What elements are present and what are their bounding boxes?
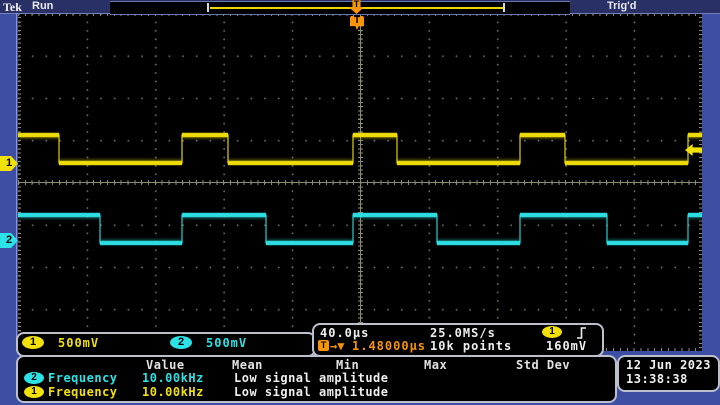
- ch2-trace: [18, 215, 702, 243]
- record-window-end-bracket: [503, 3, 505, 12]
- header-value: Value: [146, 358, 185, 372]
- sample-rate: 25.0MS/s: [430, 326, 496, 340]
- trigger-t-icon: T: [318, 340, 329, 351]
- channel2-scale: 500mV: [206, 336, 247, 350]
- graticule-area: [18, 13, 702, 351]
- ch2-trace: [18, 215, 702, 243]
- channel2-badge: 2: [24, 372, 44, 384]
- trigger-source-badge: 1: [542, 326, 562, 338]
- record-length: 10k points: [430, 339, 512, 353]
- ch1-trace: [18, 135, 702, 163]
- time-display: 13:38:38: [626, 372, 688, 386]
- waveform-traces: [18, 13, 702, 351]
- rising-edge-slope-icon: [576, 327, 587, 339]
- acquisition-status: Run: [32, 0, 53, 12]
- measurement-note: Low signal amplitude: [234, 371, 389, 385]
- trigger-level: 160mV: [546, 339, 587, 353]
- measurement-name: Frequency: [48, 385, 118, 399]
- horizontal-trigger-readout: 40.0µs 25.0MS/s 1 T →▼ 1.48000µs 10k poi…: [312, 323, 604, 357]
- header-mean: Mean: [232, 358, 263, 372]
- datetime-box: 12 Jun 2023 13:38:38: [617, 355, 720, 392]
- channel1-scale: 500mV: [58, 336, 99, 350]
- channel1-badge: 1: [24, 386, 44, 398]
- trigger-position: 1.48000µs: [352, 339, 426, 353]
- trigger-pointer-icon: →▼: [330, 339, 344, 353]
- ch1-trace: [18, 135, 702, 163]
- header-max: Max: [424, 358, 447, 372]
- measurement-value: 10.00kHz: [142, 371, 204, 385]
- channel2-badge: 2: [170, 336, 192, 349]
- measurement-table: Value Mean Min Max Std Dev 2 Frequency 1…: [16, 355, 617, 403]
- measurement-note: Low signal amplitude: [234, 385, 389, 399]
- time-per-div: 40.0µs: [320, 326, 369, 340]
- ch2-trace: [18, 215, 702, 243]
- ch1-trace: [18, 135, 702, 163]
- header-stddev: Std Dev: [516, 358, 570, 372]
- date-display: 12 Jun 2023: [626, 358, 711, 372]
- record-window-start-bracket: [207, 3, 209, 12]
- measurement-value: 10.00kHz: [142, 385, 204, 399]
- measurement-name: Frequency: [48, 371, 118, 385]
- bezel-edge-line: [16, 13, 17, 351]
- header-min: Min: [336, 358, 359, 372]
- channel1-badge: 1: [22, 336, 44, 349]
- oscilloscope-screen: Tek Run Trig'd T T 1 2 1 500mV 2 500mV 4…: [0, 0, 720, 405]
- trigger-status: Trig'd: [607, 0, 637, 12]
- channel-scale-readout: 1 500mV 2 500mV: [16, 332, 316, 357]
